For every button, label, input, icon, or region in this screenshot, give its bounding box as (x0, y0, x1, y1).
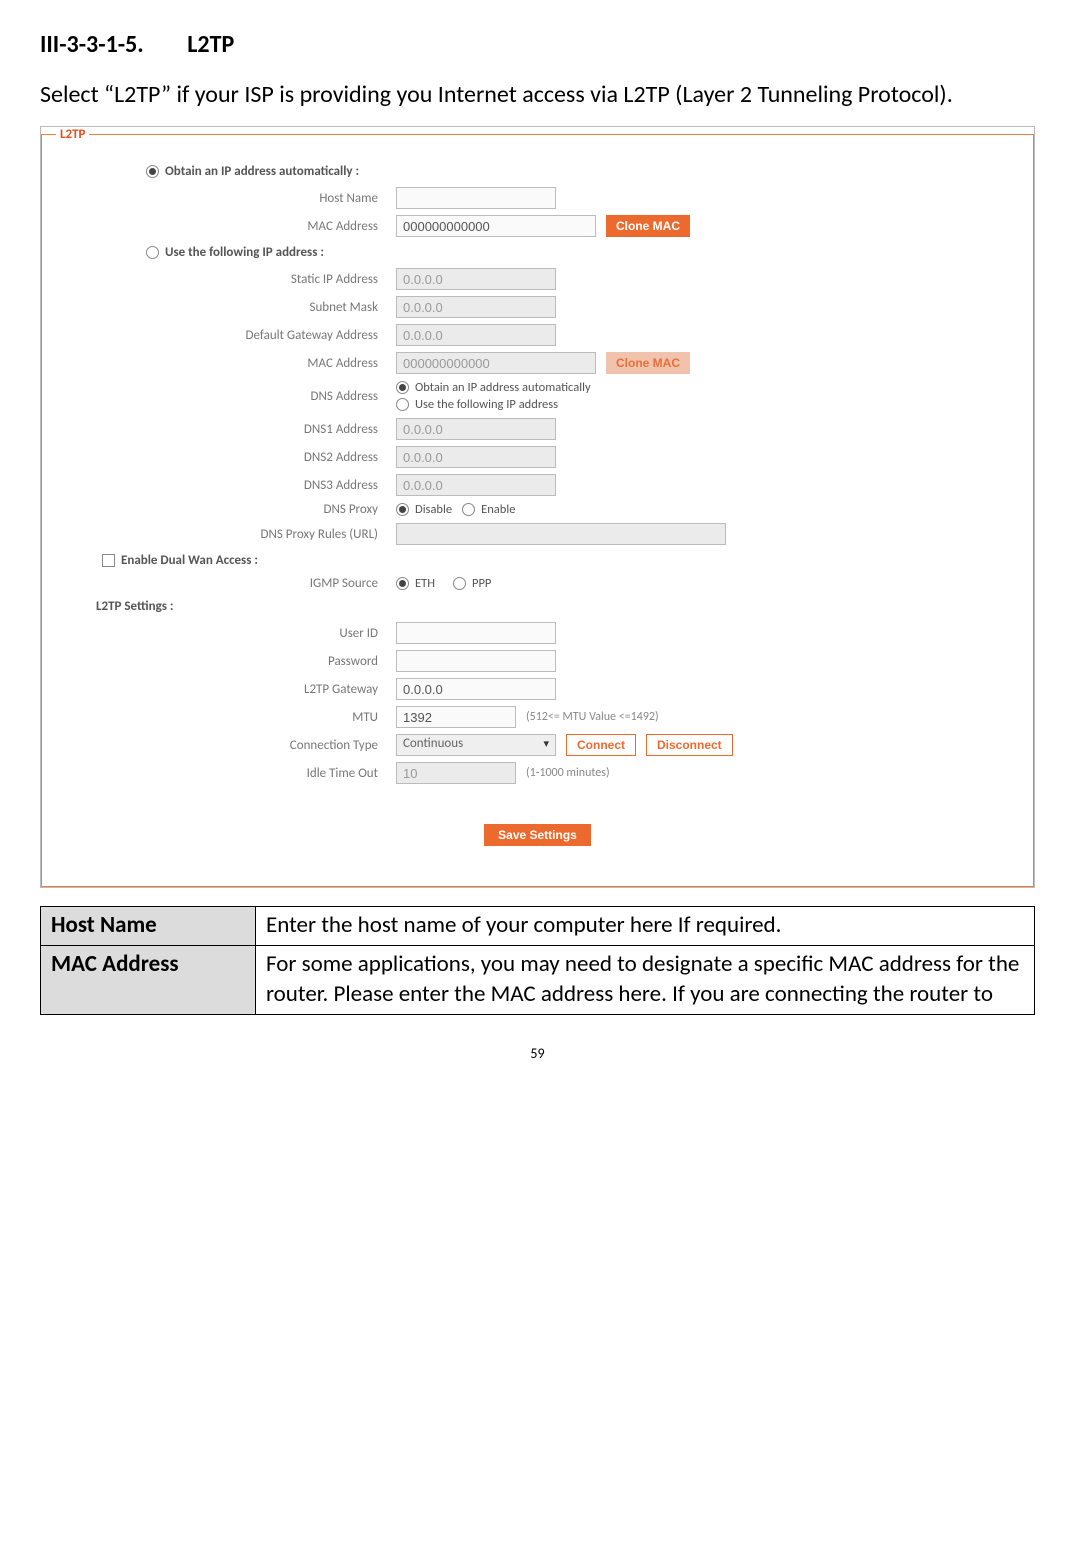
section-title: L2TP (187, 30, 234, 59)
host-name-input[interactable] (396, 187, 556, 209)
subnet-mask-input[interactable] (396, 296, 556, 318)
radio-icon[interactable] (396, 398, 409, 411)
dns-auto-label: Obtain an IP address automatically (415, 380, 591, 395)
password-input[interactable] (396, 650, 556, 672)
l2tp-gateway-input[interactable] (396, 678, 556, 700)
subnet-mask-label: Subnet Mask (56, 300, 396, 315)
mtu-hint: (512<= MTU Value <=1492) (526, 710, 659, 724)
enable-dual-wan-option[interactable]: Enable Dual Wan Access : (102, 553, 1019, 568)
dns-proxy-rules-input[interactable] (396, 523, 726, 545)
radio-icon[interactable] (396, 503, 409, 516)
radio-icon[interactable] (146, 246, 159, 259)
use-following-ip-option[interactable]: Use the following IP address : (146, 245, 1019, 260)
dns-manual-option[interactable]: Use the following IP address (396, 397, 558, 412)
save-settings-button[interactable]: Save Settings (484, 824, 591, 846)
dns1-label: DNS1 Address (56, 422, 396, 437)
intro-paragraph: Select “L2TP” if your ISP is providing y… (40, 79, 1035, 110)
user-id-input[interactable] (396, 622, 556, 644)
mtu-input[interactable] (396, 706, 516, 728)
disable-label: Disable (415, 502, 452, 517)
connection-type-label: Connection Type (56, 738, 396, 753)
static-ip-input[interactable] (396, 268, 556, 290)
radio-icon[interactable] (146, 165, 159, 178)
dns-proxy-rules-label: DNS Proxy Rules (URL) (56, 527, 396, 542)
connection-type-select[interactable]: Continuous (396, 734, 556, 756)
l2tp-screenshot: L2TP Obtain an IP address automatically … (40, 126, 1035, 888)
user-id-label: User ID (56, 626, 396, 641)
l2tp-settings-heading: L2TP Settings : (96, 599, 1019, 614)
igmp-eth-option[interactable]: ETH (396, 576, 435, 591)
default-gateway-label: Default Gateway Address (56, 328, 396, 343)
igmp-ppp-option[interactable]: PPP (453, 576, 491, 591)
section-number: III-3-3-1-5. (40, 30, 144, 59)
dns-auto-option[interactable]: Obtain an IP address automatically (396, 380, 591, 395)
clone-mac-button-2[interactable]: Clone MAC (606, 352, 690, 374)
dns-proxy-label: DNS Proxy (56, 502, 396, 517)
dns2-input[interactable] (396, 446, 556, 468)
igmp-source-label: IGMP Source (56, 576, 396, 591)
idle-timeout-label: Idle Time Out (56, 766, 396, 781)
idle-timeout-hint: (1-1000 minutes) (526, 766, 610, 780)
dns3-label: DNS3 Address (56, 478, 396, 493)
radio-icon[interactable] (453, 577, 466, 590)
dns2-label: DNS2 Address (56, 450, 396, 465)
description-table: Host Name Enter the host name of your co… (40, 906, 1035, 1015)
clone-mac-button[interactable]: Clone MAC (606, 215, 690, 237)
fieldset-legend: L2TP (56, 127, 89, 142)
page-number: 59 (40, 1045, 1035, 1062)
l2tp-fieldset: L2TP Obtain an IP address automatically … (41, 127, 1034, 887)
dns3-input[interactable] (396, 474, 556, 496)
table-cell: For some applications, you may need to d… (256, 946, 1035, 1015)
ppp-label: PPP (472, 576, 491, 591)
table-cell: Enter the host name of your computer her… (256, 907, 1035, 946)
dns-address-label: DNS Address (56, 389, 396, 404)
use-following-ip-label: Use the following IP address : (165, 245, 324, 260)
obtain-ip-auto-option[interactable]: Obtain an IP address automatically : (146, 164, 1019, 179)
mac-address-input[interactable] (396, 215, 596, 237)
disconnect-button[interactable]: Disconnect (646, 734, 733, 756)
enable-dual-wan-label: Enable Dual Wan Access : (121, 553, 258, 568)
enable-label: Enable (481, 502, 515, 517)
radio-icon[interactable] (462, 503, 475, 516)
radio-icon[interactable] (396, 381, 409, 394)
host-name-label: Host Name (56, 191, 396, 206)
idle-timeout-input[interactable] (396, 762, 516, 784)
table-header: Host Name (41, 907, 256, 946)
dns-proxy-enable-option[interactable]: Enable (462, 502, 515, 517)
table-header: MAC Address (41, 946, 256, 1015)
dns-proxy-disable-option[interactable]: Disable (396, 502, 452, 517)
dns-manual-label: Use the following IP address (415, 397, 558, 412)
password-label: Password (56, 654, 396, 669)
l2tp-gateway-label: L2TP Gateway (56, 682, 396, 697)
obtain-ip-auto-label: Obtain an IP address automatically : (165, 164, 359, 179)
connect-button[interactable]: Connect (566, 734, 636, 756)
mac-address-label-2: MAC Address (56, 356, 396, 371)
dns1-input[interactable] (396, 418, 556, 440)
default-gateway-input[interactable] (396, 324, 556, 346)
mac-address-label: MAC Address (56, 219, 396, 234)
static-ip-label: Static IP Address (56, 272, 396, 287)
radio-icon[interactable] (396, 577, 409, 590)
mac-address-input-2[interactable] (396, 352, 596, 374)
checkbox-icon[interactable] (102, 554, 115, 567)
mtu-label: MTU (56, 710, 396, 725)
eth-label: ETH (415, 576, 435, 591)
